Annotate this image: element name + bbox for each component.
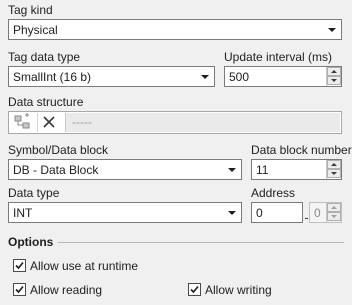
symbol-data-block-select[interactable]: DB - Data Block [8, 159, 242, 180]
symbol-data-block-value: DB - Data Block [13, 163, 99, 177]
data-type-select[interactable]: INT [8, 202, 242, 223]
allow-writing-label[interactable]: Allow writing [205, 283, 272, 297]
data-structure-toolbar: ----- [8, 111, 342, 134]
allow-runtime-checkbox[interactable] [13, 259, 26, 272]
tag-data-type-label: Tag data type [8, 50, 81, 64]
tag-data-type-value: SmallInt (16 b) [13, 70, 92, 84]
tag-kind-select[interactable]: Physical [8, 19, 342, 40]
stepper-buttons [326, 203, 341, 222]
address-bit-value: 0 [314, 206, 321, 220]
update-interval-label: Update interval (ms) [224, 50, 333, 64]
stepper-buttons [326, 160, 341, 179]
chevron-down-icon [228, 211, 236, 215]
checkmark-icon [15, 285, 24, 294]
chevron-down-icon [201, 75, 209, 79]
tag-data-type-select[interactable]: SmallInt (16 b) [8, 66, 215, 87]
data-block-number-stepper[interactable]: 11 [251, 159, 342, 180]
structure-add-button[interactable] [12, 113, 36, 132]
allow-writing-checkbox[interactable] [188, 283, 201, 296]
structure-add-icon [14, 113, 30, 129]
spin-up-icon[interactable] [327, 67, 341, 76]
chevron-down-icon [328, 28, 336, 32]
checkmark-icon [15, 261, 24, 270]
stepper-buttons [326, 67, 341, 86]
options-title: Options [8, 235, 54, 249]
allow-reading-checkbox[interactable] [13, 283, 26, 296]
structure-remove-button[interactable] [37, 113, 61, 132]
address-separator [305, 218, 308, 219]
symbol-data-block-label: Symbol/Data block [8, 143, 109, 157]
data-type-label: Data type [8, 186, 60, 200]
tag-kind-value: Physical [13, 23, 58, 37]
chevron-down-icon [228, 168, 236, 172]
data-structure-label: Data structure [8, 95, 84, 109]
address-bit-stepper: 0 [309, 202, 342, 223]
tag-kind-label: Tag kind [8, 3, 53, 17]
checkmark-icon [190, 285, 199, 294]
spin-up-icon [327, 203, 341, 212]
allow-runtime-label[interactable]: Allow use at runtime [30, 259, 138, 273]
data-structure-value: ----- [72, 115, 92, 129]
data-type-value: INT [13, 206, 33, 220]
data-block-number-value: 11 [256, 163, 269, 177]
update-interval-value: 500 [229, 70, 250, 84]
spin-down-icon[interactable] [327, 169, 341, 178]
data-structure-field: ----- [65, 113, 340, 132]
spin-down-icon [327, 212, 341, 221]
address-label: Address [251, 186, 296, 200]
address-value: 0 [256, 206, 263, 220]
data-block-number-label: Data block number [251, 143, 352, 157]
spin-up-icon[interactable] [327, 160, 341, 169]
spin-down-icon[interactable] [327, 76, 341, 85]
update-interval-stepper[interactable]: 500 [224, 66, 342, 87]
allow-reading-label[interactable]: Allow reading [30, 283, 102, 297]
address-field[interactable]: 0 [251, 202, 303, 223]
close-icon [43, 116, 55, 128]
options-divider [58, 242, 344, 243]
